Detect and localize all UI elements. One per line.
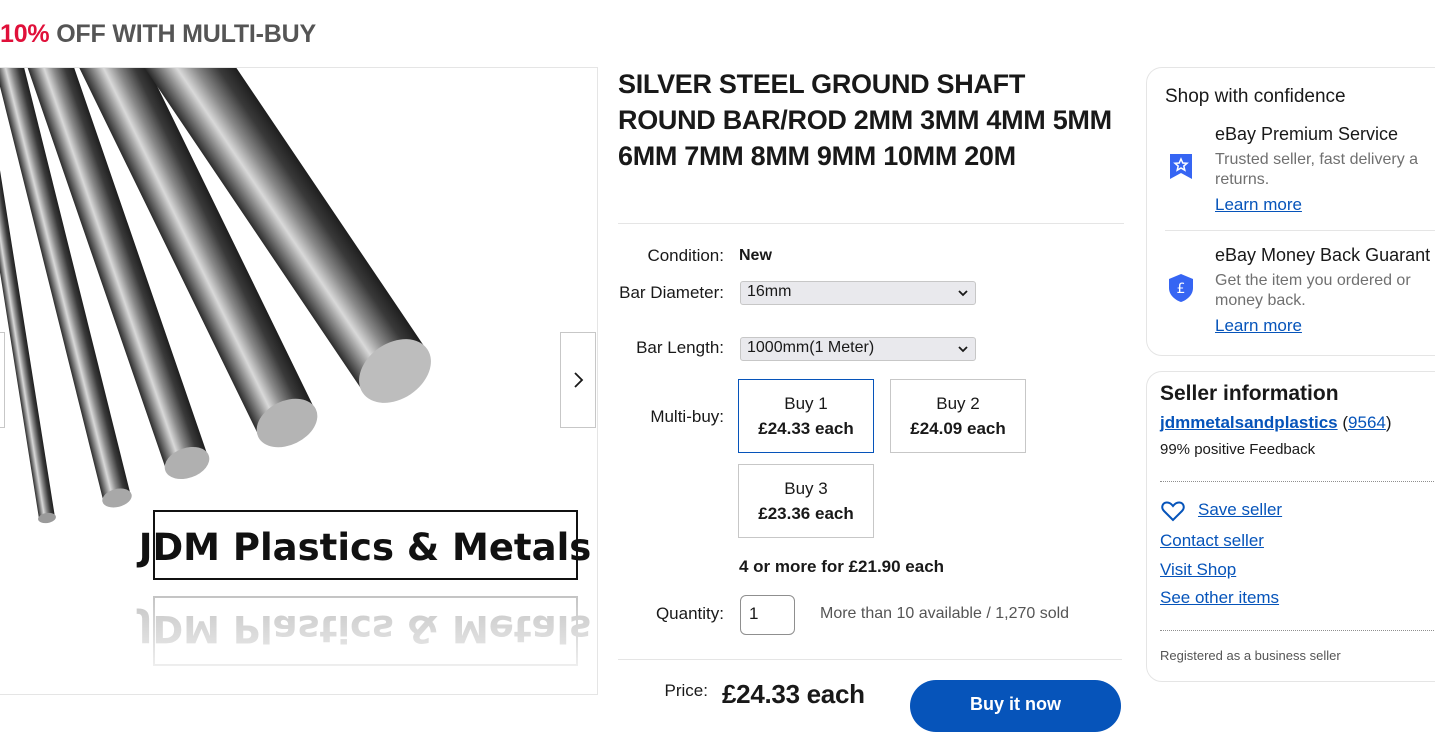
confidence-title: Shop with confidence [1165, 86, 1346, 107]
chevron-down-icon [958, 346, 968, 353]
money-back-text-line: money back. [1215, 292, 1306, 309]
product-image[interactable]: JDM Plastics & Metals JDM Plastics & Met… [0, 67, 598, 695]
premium-text-line: returns. [1215, 171, 1270, 188]
condition-label: Condition: [647, 246, 724, 265]
see-other-items-link[interactable]: See other items [1160, 588, 1279, 608]
bar-diameter-label: Bar Diameter: [619, 283, 724, 302]
divider [1160, 630, 1434, 631]
multibuy-price: £24.33 each [758, 419, 854, 438]
multibuy-qty: Buy 1 [784, 394, 828, 413]
seller-info-title: Seller information [1160, 382, 1339, 405]
multibuy-promo-banner: 10% OFF WITH MULTI-BUY [0, 20, 316, 49]
money-back-learn-more-link[interactable]: Learn more [1215, 316, 1302, 336]
availability-text: More than 10 available / 1,270 sold [820, 605, 1070, 622]
multibuy-option-2[interactable]: Buy 2 £24.09 each [890, 379, 1026, 453]
money-back-text: Get the item you ordered or money back. [1215, 271, 1411, 311]
next-image-button[interactable] [560, 332, 596, 428]
heart-icon[interactable] [1161, 500, 1185, 522]
multibuy-option-1[interactable]: Buy 1 £24.33 each [738, 379, 874, 453]
seller-name-row: jdmmetalsandplastics (9564) [1160, 413, 1392, 432]
price-label: Price: [664, 681, 708, 700]
chevron-down-icon [958, 290, 968, 297]
quantity-input[interactable]: 1 [740, 595, 795, 635]
contact-seller-link[interactable]: Contact seller [1160, 531, 1264, 551]
bar-length-label: Bar Length: [636, 338, 724, 357]
promo-text: OFF WITH MULTI-BUY [56, 20, 316, 48]
previous-image-button[interactable] [0, 332, 5, 428]
multibuy-qty: Buy 2 [936, 394, 980, 413]
money-back-shield-icon: £ [1169, 274, 1193, 302]
premium-service-icon [1170, 154, 1192, 179]
multibuy-label: Multi-buy: [650, 407, 724, 426]
money-back-title: eBay Money Back Guarant [1215, 245, 1431, 265]
premium-text-line: Trusted seller, fast delivery a [1215, 151, 1419, 168]
price-value: £24.33 each [722, 679, 865, 709]
divider [618, 659, 1122, 660]
steel-rods-photo: JDM Plastics & Metals JDM Plastics & Met… [0, 68, 597, 694]
multibuy-price: £24.09 each [910, 419, 1006, 438]
buy-it-now-button[interactable]: Buy it now [910, 680, 1121, 732]
bar-diameter-select[interactable]: 16mm [740, 281, 976, 305]
promo-percent: 10% [0, 20, 50, 48]
divider [1165, 230, 1435, 231]
multibuy-price: £23.36 each [758, 504, 854, 523]
bar-length-select[interactable]: 1000mm(1 Meter) [740, 337, 976, 361]
seller-feedback-score-link[interactable]: 9564 [1348, 413, 1386, 432]
chevron-right-icon [574, 372, 584, 388]
premium-learn-more-link[interactable]: Learn more [1215, 195, 1302, 215]
save-seller-link[interactable]: Save seller [1198, 500, 1282, 520]
quantity-label: Quantity: [655, 604, 724, 623]
bar-diameter-value: 16mm [747, 283, 792, 300]
divider [1160, 481, 1434, 482]
multibuy-qty: Buy 3 [784, 479, 828, 498]
premium-service-text: Trusted seller, fast delivery a returns. [1215, 150, 1418, 190]
premium-service-title: eBay Premium Service [1215, 124, 1399, 144]
multibuy-more-text: 4 or more for £21.90 each [739, 557, 945, 576]
image-caption: JDM Plastics & Metals [136, 526, 592, 569]
divider [618, 223, 1124, 224]
svg-text:£: £ [1177, 281, 1186, 297]
listing-title: SILVER STEEL GROUND SHAFT ROUND BAR/ROD … [618, 69, 1112, 171]
seller-name-link[interactable]: jdmmetalsandplastics [1160, 413, 1338, 432]
visit-shop-link[interactable]: Visit Shop [1160, 560, 1236, 580]
bar-length-value: 1000mm(1 Meter) [747, 339, 875, 356]
registered-business-text: Registered as a business seller [1160, 648, 1341, 663]
multibuy-option-3[interactable]: Buy 3 £23.36 each [738, 464, 874, 538]
condition-value: New [739, 247, 772, 264]
seller-feedback-percent: 99% positive Feedback [1160, 441, 1316, 458]
money-back-text-line: Get the item you ordered or [1215, 272, 1411, 289]
